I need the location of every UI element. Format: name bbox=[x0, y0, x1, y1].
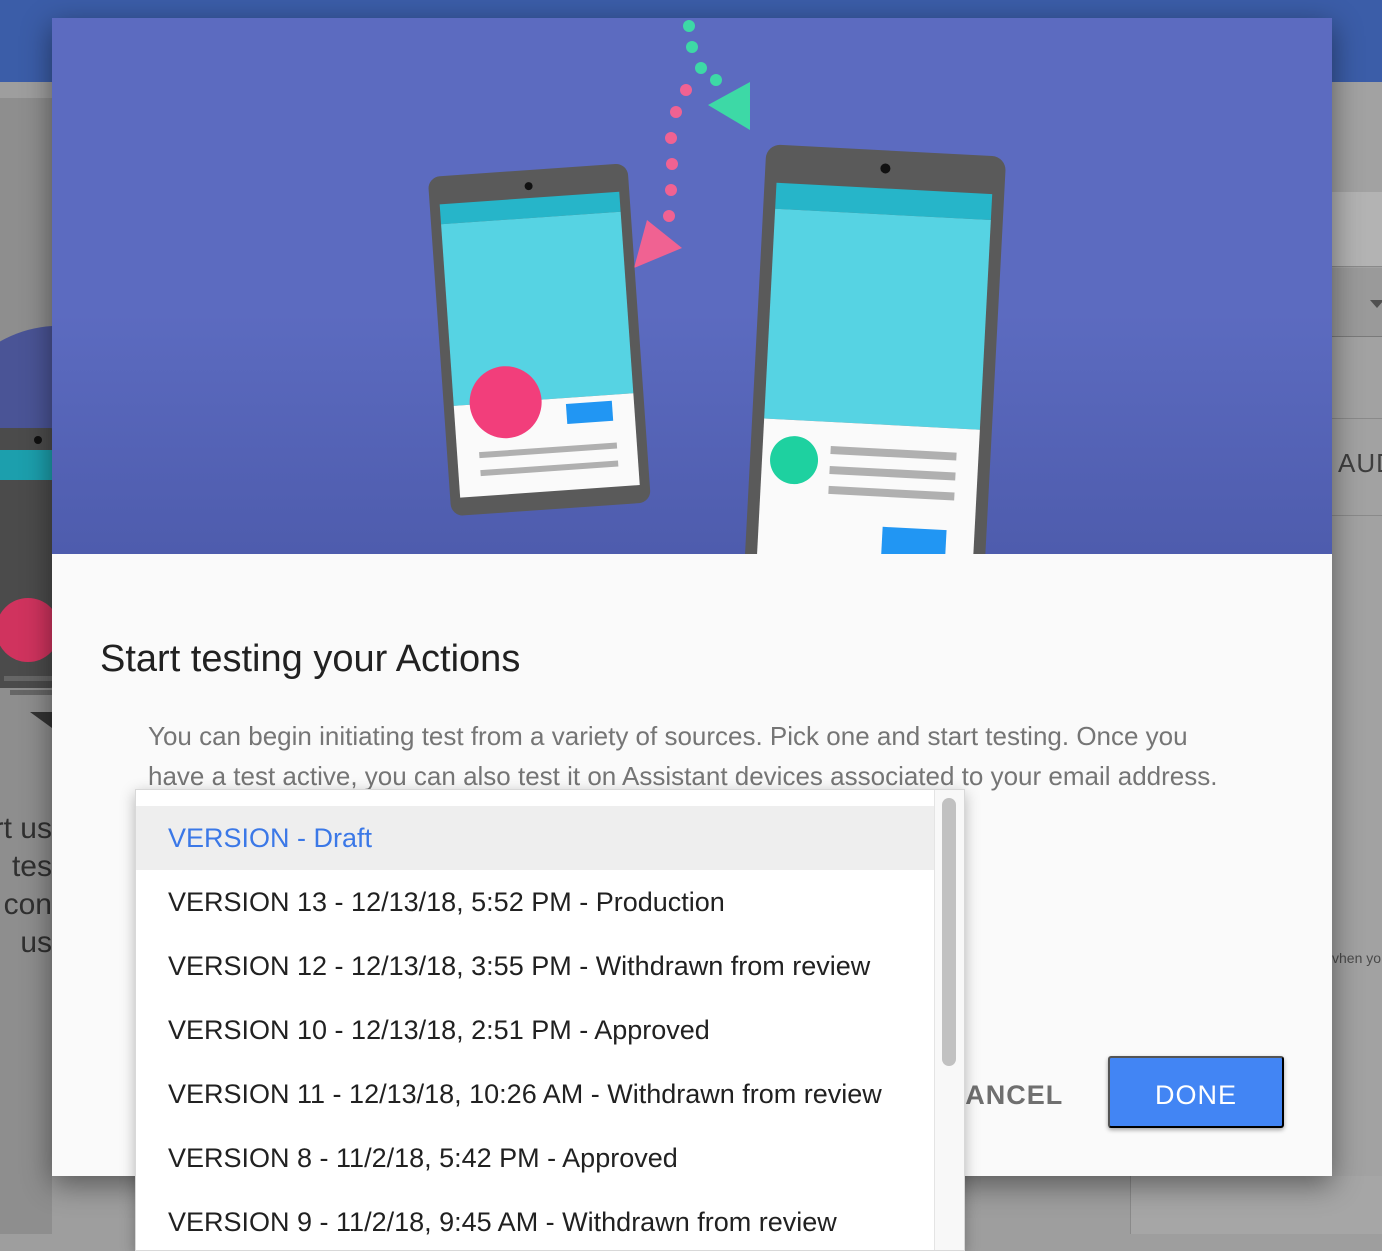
background-text-line: rt us bbox=[0, 812, 52, 845]
phones-transfer-illustration bbox=[52, 18, 1332, 554]
left-phone-illustration bbox=[428, 163, 651, 516]
version-dropdown-menu[interactable]: VERSION - Draft VERSION 13 - 12/13/18, 5… bbox=[135, 789, 965, 1251]
dialog-title: Start testing your Actions bbox=[100, 637, 521, 680]
chevron-down-icon bbox=[1370, 300, 1382, 308]
background-illustration bbox=[0, 326, 52, 728]
dropdown-scrollbar-thumb[interactable] bbox=[942, 798, 956, 1066]
background-left-panel: rt us tes con us bbox=[0, 98, 52, 1234]
right-phone-illustration bbox=[742, 144, 1006, 554]
background-text-line: tes bbox=[11, 850, 52, 883]
version-option[interactable]: VERSION 13 - 12/13/18, 5:52 PM - Product… bbox=[136, 870, 934, 934]
version-option[interactable]: VERSION 9 - 11/2/18, 9:45 AM - Withdrawn… bbox=[136, 1190, 934, 1250]
background-text-line: con bbox=[3, 888, 52, 921]
version-option[interactable]: VERSION 8 - 11/2/18, 5:42 PM - Approved bbox=[136, 1126, 934, 1190]
background-tab-label: AUD bbox=[1338, 448, 1382, 478]
version-options-list: VERSION - Draft VERSION 13 - 12/13/18, 5… bbox=[136, 806, 934, 1250]
version-option[interactable]: VERSION 11 - 12/13/18, 10:26 AM - Withdr… bbox=[136, 1062, 934, 1126]
background-lower-panel bbox=[1130, 1176, 1382, 1234]
version-option[interactable]: VERSION 10 - 12/13/18, 2:51 PM - Approve… bbox=[136, 998, 934, 1062]
background-input-field bbox=[1332, 192, 1382, 267]
background-helper-text: vhen yo bbox=[1332, 950, 1382, 966]
dialog-hero-illustration bbox=[52, 18, 1332, 554]
done-button[interactable]: DONE bbox=[1108, 1056, 1284, 1128]
background-text-line: us bbox=[20, 926, 52, 959]
version-option[interactable]: VERSION 12 - 12/13/18, 3:55 PM - Withdra… bbox=[136, 934, 934, 998]
version-option-selected[interactable]: VERSION - Draft bbox=[136, 806, 934, 870]
